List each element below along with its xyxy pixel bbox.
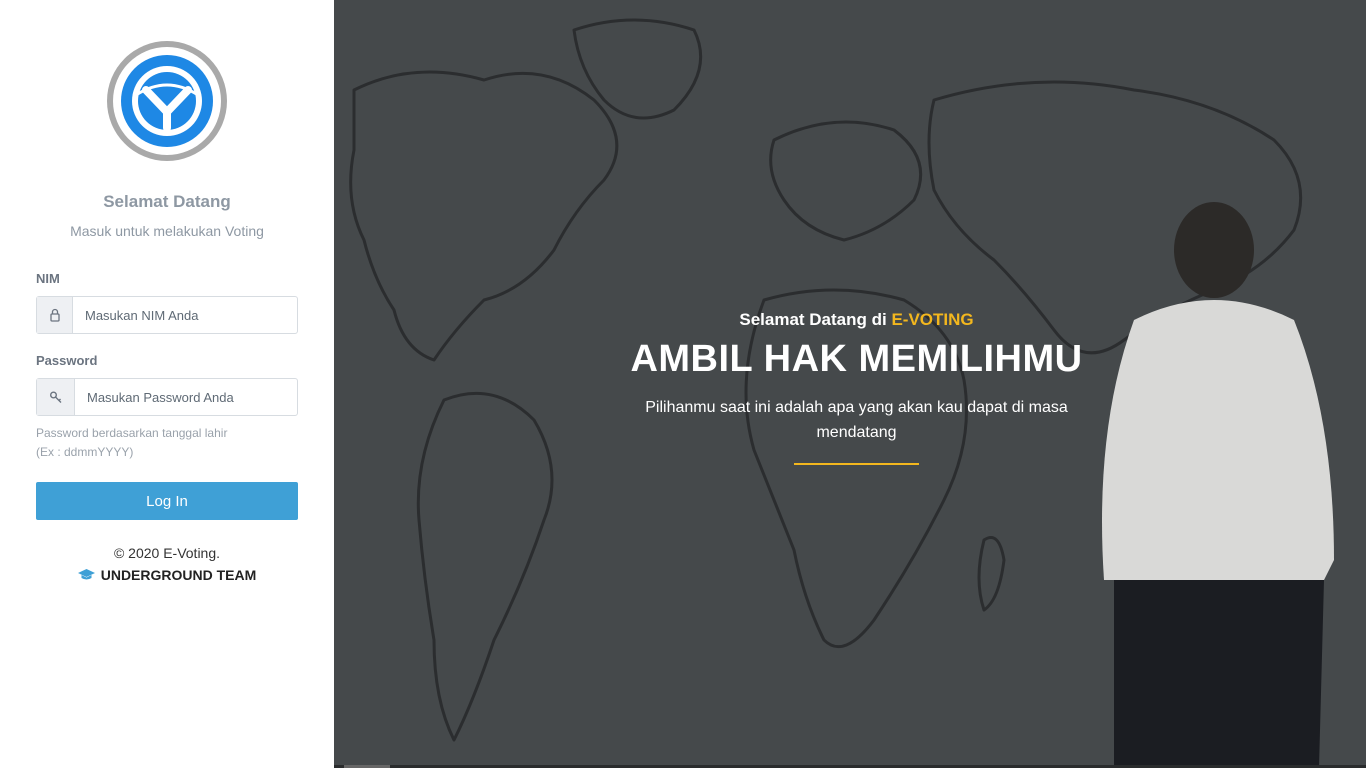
password-input[interactable] [75, 379, 297, 415]
nim-input-group [36, 296, 298, 334]
welcome-subtitle: Masuk untuk melakukan Voting [70, 223, 264, 239]
password-hint-line2: (Ex : ddmmYYYY) [36, 445, 134, 459]
copyright-text: © 2020 E-Voting. [113, 545, 221, 561]
hero-welcome-prefix: Selamat Datang di [739, 310, 887, 329]
nim-input[interactable] [73, 297, 297, 333]
hero-panel: Selamat Datang di E-VOTING AMBIL HAK MEM… [334, 0, 1366, 768]
graduation-cap-icon [77, 569, 95, 580]
e-voting-logo [107, 41, 227, 161]
key-icon [37, 379, 75, 415]
user-icon [37, 297, 73, 333]
welcome-title: Selamat Datang [103, 192, 231, 211]
login-button[interactable]: Log In [36, 482, 298, 520]
password-label: Password [36, 353, 98, 368]
login-panel: Selamat Datang Masuk untuk melakukan Vot… [0, 0, 334, 768]
team-credit: UNDERGROUND TEAM [0, 567, 334, 583]
password-hint: Password berdasarkan tanggal lahir (Ex :… [36, 424, 227, 462]
password-input-group [36, 378, 298, 416]
hero-divider [794, 463, 919, 465]
password-hint-line1: Password berdasarkan tanggal lahir [36, 426, 228, 440]
nim-label: NIM [36, 271, 60, 286]
hero-content: Selamat Datang di E-VOTING AMBIL HAK MEM… [604, 310, 1109, 465]
hero-text: Pilihanmu saat ini adalah apa yang akan … [645, 399, 1068, 441]
team-name: UNDERGROUND TEAM [100, 567, 257, 583]
hero-welcome: Selamat Datang di E-VOTING [604, 310, 1109, 330]
hero-brand: E-VOTING [891, 310, 974, 329]
hero-title: AMBIL HAK MEMILIHMU [630, 338, 1083, 380]
